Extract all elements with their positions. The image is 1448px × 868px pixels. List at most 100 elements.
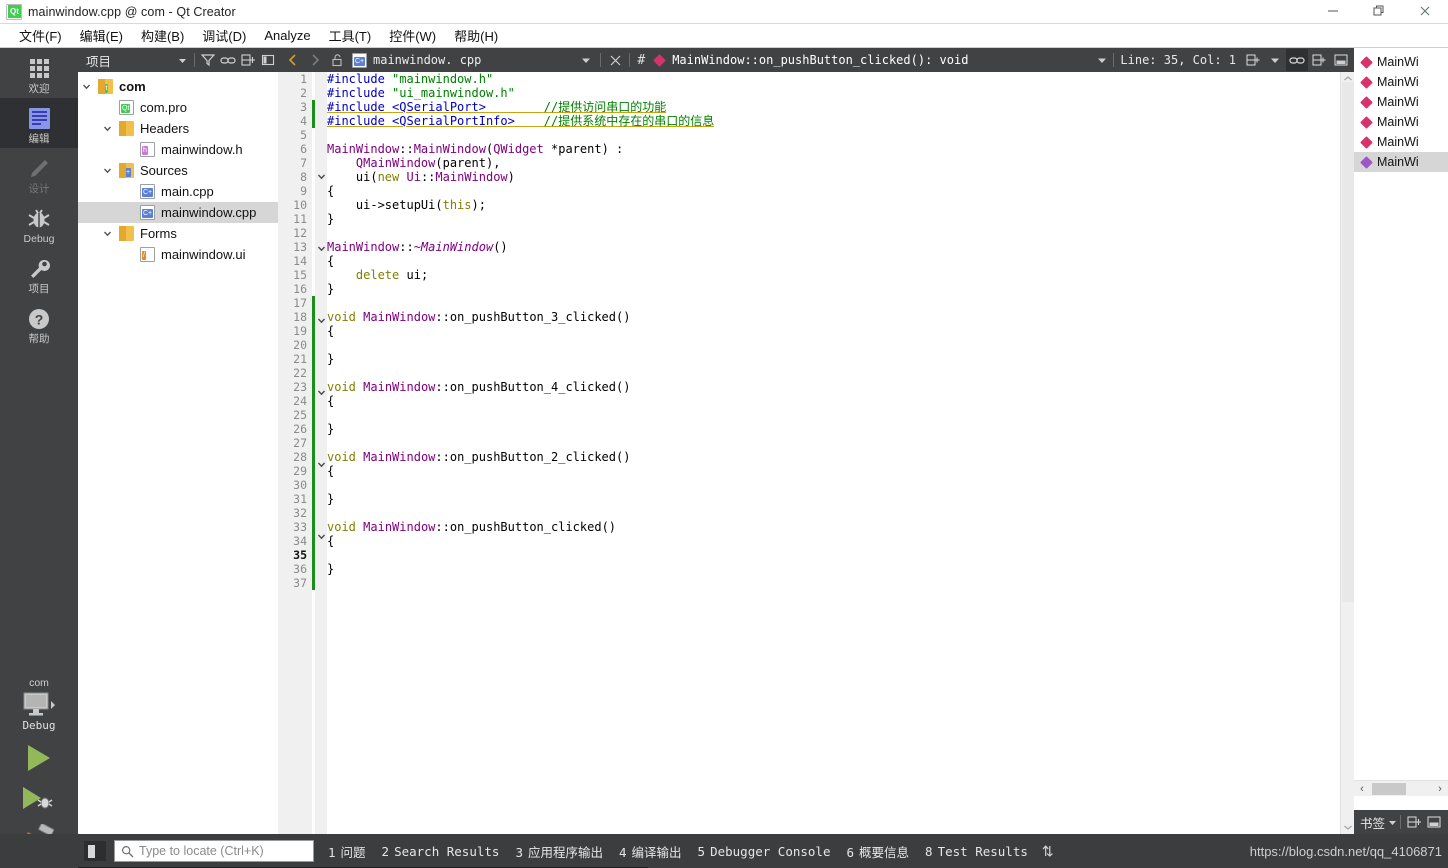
editor-file-tab[interactable]: C+ mainwindow. cpp xyxy=(348,52,485,68)
code-line[interactable]: QMainWindow(parent), xyxy=(327,156,1354,170)
code-line[interactable]: void MainWindow::on_pushButton_3_clicked… xyxy=(327,310,1354,324)
editor-vertical-scrollbar[interactable] xyxy=(1340,72,1354,834)
project-file-tree[interactable]: Qt com Qt com.pro h Headers h mainwindow.h C+ Sou… xyxy=(78,72,278,265)
chevron-down-icon[interactable] xyxy=(178,56,187,65)
outline-item[interactable]: MainWi xyxy=(1354,52,1448,72)
outline-horizontal-scrollbar[interactable]: ‹ › xyxy=(1354,780,1448,796)
chevron-down-icon[interactable] xyxy=(1388,818,1397,827)
output-pane-tabs[interactable]: 1 问题 2 Search Results 3 应用程序输出 4 编译输出 5 Debugger … xyxy=(328,842,1028,861)
output-tab-4[interactable]: 4 编译输出 xyxy=(619,842,682,861)
run-button[interactable] xyxy=(0,738,78,778)
split-dropdown-icon[interactable] xyxy=(1264,49,1286,71)
link-icon[interactable] xyxy=(218,50,238,70)
close-panel-icon[interactable] xyxy=(258,50,278,70)
code-line[interactable] xyxy=(327,338,1354,352)
code-line[interactable]: { xyxy=(327,324,1354,338)
mode-item-bug[interactable]: Debug xyxy=(0,198,78,248)
split-editor-icon-2[interactable] xyxy=(1308,49,1330,71)
toggle-sidebar-icon[interactable] xyxy=(84,841,106,861)
close-split-icon[interactable] xyxy=(1330,49,1352,71)
tree-item-com-pro[interactable]: Qt com.pro xyxy=(78,97,278,118)
menu-tools[interactable]: 工具(T) xyxy=(320,24,381,47)
chevron-down-icon[interactable] xyxy=(82,82,98,91)
tree-item-main-cpp[interactable]: C+ main.cpp xyxy=(78,181,278,202)
output-tab-1[interactable]: 1 问题 xyxy=(328,842,366,861)
fold-chevron-icon[interactable] xyxy=(315,532,327,546)
code-line[interactable] xyxy=(327,576,1354,590)
tree-item-mainwindow-ui[interactable]: / mainwindow.ui xyxy=(78,244,278,265)
maximize-button[interactable] xyxy=(1356,0,1402,23)
outline-item[interactable]: MainWi xyxy=(1354,132,1448,152)
tree-item-mainwindow-cpp[interactable]: C+ mainwindow.cpp xyxy=(78,202,278,223)
tree-item-mainwindow-h[interactable]: h mainwindow.h xyxy=(78,139,278,160)
code-line[interactable]: ui->setupUi(this); xyxy=(327,198,1354,212)
mode-item-edit-document[interactable]: 编辑 xyxy=(0,98,78,148)
synchronize-icon[interactable] xyxy=(1286,49,1308,71)
menu-edit[interactable]: 编辑(E) xyxy=(71,24,132,47)
split-icon[interactable] xyxy=(238,50,258,70)
code-line[interactable]: } xyxy=(327,352,1354,366)
scrollbar-thumb[interactable] xyxy=(1342,82,1354,602)
outline-item[interactable]: MainWi xyxy=(1354,152,1448,172)
code-line[interactable]: { xyxy=(327,254,1354,268)
code-line[interactable]: void MainWindow::on_pushButton_2_clicked… xyxy=(327,450,1354,464)
code-line[interactable]: void MainWindow::on_pushButton_clicked() xyxy=(327,520,1354,534)
scroll-down-icon[interactable] xyxy=(1341,820,1354,834)
outline-item[interactable]: MainWi xyxy=(1354,72,1448,92)
tree-item-headers[interactable]: h Headers xyxy=(78,118,278,139)
locator-field[interactable] xyxy=(114,840,314,862)
close-icon[interactable] xyxy=(604,49,626,71)
tree-item-sources[interactable]: C+ Sources xyxy=(78,160,278,181)
kit-selector-button[interactable] xyxy=(0,691,78,719)
current-symbol-label[interactable]: MainWindow::on_pushButton_clicked(): voi… xyxy=(672,53,968,67)
code-line[interactable]: #include <QSerialPort> //提供访问串口的功能 xyxy=(327,100,1354,114)
code-line[interactable] xyxy=(327,506,1354,520)
code-line[interactable] xyxy=(327,296,1354,310)
debug-button[interactable] xyxy=(0,778,78,818)
mode-item-wrench[interactable]: 项目 xyxy=(0,248,78,298)
code-area[interactable]: 1 2 3 4 5 6 7 8 9 10 11 12 13 14 15 16 17 18 19 20 21 22 23 24 2… xyxy=(278,72,1354,834)
mode-item-grid[interactable]: 欢迎 xyxy=(0,48,78,98)
menu-build[interactable]: 构建(B) xyxy=(132,24,193,47)
code-line[interactable]: } xyxy=(327,492,1354,506)
unlocked-icon[interactable] xyxy=(326,49,348,71)
code-line[interactable]: delete ui; xyxy=(327,268,1354,282)
scroll-right-icon[interactable]: › xyxy=(1432,783,1448,795)
code-line[interactable]: #include "ui_mainwindow.h" xyxy=(327,86,1354,100)
code-line[interactable]: ui(new Ui::MainWindow) xyxy=(327,170,1354,184)
output-tab-8[interactable]: 8 Test Results xyxy=(925,844,1028,859)
code-line[interactable]: } xyxy=(327,282,1354,296)
symbol-dropdown-icon[interactable] xyxy=(1091,49,1113,71)
menu-analyze[interactable]: Analyze xyxy=(255,26,319,45)
code-folding-column[interactable] xyxy=(315,72,327,834)
code-line[interactable] xyxy=(327,478,1354,492)
code-line[interactable] xyxy=(327,548,1354,562)
code-line[interactable]: } xyxy=(327,562,1354,576)
chevron-down-icon[interactable] xyxy=(103,229,119,238)
code-line[interactable]: MainWindow::~MainWindow() xyxy=(327,240,1354,254)
code-line[interactable] xyxy=(327,436,1354,450)
output-tab-2[interactable]: 2 Search Results xyxy=(382,844,500,859)
mode-item-question-mark[interactable]: ? 帮助 xyxy=(0,298,78,348)
code-line[interactable] xyxy=(327,366,1354,380)
output-tab-3[interactable]: 3 应用程序输出 xyxy=(515,842,603,861)
line-column-indicator[interactable]: Line: 35, Col: 1 xyxy=(1113,53,1242,67)
fold-chevron-icon[interactable] xyxy=(315,316,327,330)
scroll-left-icon[interactable]: ‹ xyxy=(1354,783,1370,795)
chevron-down-icon[interactable] xyxy=(103,166,119,175)
back-arrow-icon[interactable] xyxy=(282,49,304,71)
fold-chevron-icon[interactable] xyxy=(315,244,327,258)
menu-help[interactable]: 帮助(H) xyxy=(445,24,507,47)
outline-item[interactable]: MainWi xyxy=(1354,92,1448,112)
code-line[interactable]: MainWindow::MainWindow(QWidget *parent) … xyxy=(327,142,1354,156)
close-panel-icon[interactable] xyxy=(1424,812,1444,832)
file-dropdown-icon[interactable] xyxy=(575,49,597,71)
scrollbar-thumb[interactable] xyxy=(1372,783,1406,795)
fold-chevron-icon[interactable] xyxy=(315,388,327,402)
code-line[interactable] xyxy=(327,408,1354,422)
output-tab-6[interactable]: 6 概要信息 xyxy=(846,842,909,861)
filter-icon[interactable] xyxy=(198,50,218,70)
close-button[interactable] xyxy=(1402,0,1448,23)
fold-chevron-icon[interactable] xyxy=(315,172,327,186)
tree-item-com[interactable]: Qt com xyxy=(78,76,278,97)
